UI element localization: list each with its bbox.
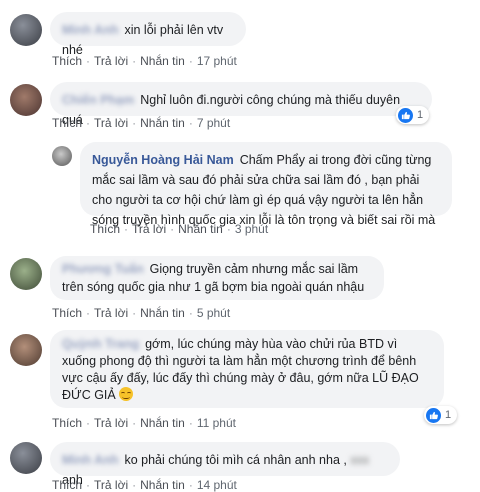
avatar[interactable] xyxy=(52,146,72,166)
like-icon xyxy=(398,107,413,123)
like-count: 1 xyxy=(445,409,452,421)
like-link[interactable]: Thích xyxy=(52,116,82,130)
like-link[interactable]: Thích xyxy=(52,416,82,430)
like-link[interactable]: Thích xyxy=(90,222,120,236)
comment-bubble: Nguyễn Hoàng Hải Nam Chấm Phẩy ai trong đ… xyxy=(80,142,452,227)
message-link[interactable]: Nhắn tin xyxy=(140,116,185,130)
author-name[interactable]: Chiến Phạm xyxy=(62,90,134,110)
reply-link[interactable]: Trả lời xyxy=(132,222,166,236)
like-icon xyxy=(426,407,441,423)
avatar[interactable] xyxy=(10,334,42,366)
comment-bubble: Minh Anh ko phải chúng tôi mìh cá nhân an… xyxy=(50,442,400,487)
timestamp[interactable]: 5 phút xyxy=(197,306,230,320)
author-name[interactable]: Nguyễn Hoàng Hải Nam xyxy=(92,153,234,167)
reply-link[interactable]: Trả lời xyxy=(94,478,128,492)
author-name[interactable]: Minh Anh xyxy=(62,450,118,470)
timestamp[interactable]: 17 phút xyxy=(197,54,237,68)
author-name[interactable]: Quỳnh Trang xyxy=(62,336,139,353)
message-link[interactable]: Nhắn tin xyxy=(140,478,185,492)
comment-actions: Thích · Trả lời · Nhắn tin · 3 phút xyxy=(90,222,269,236)
message-link[interactable]: Nhắn tin xyxy=(140,306,185,320)
reply-link[interactable]: Trả lời xyxy=(94,54,128,68)
like-link[interactable]: Thích xyxy=(52,306,82,320)
timestamp[interactable]: 14 phút xyxy=(197,478,237,492)
comment-text: ko phải chúng tôi mìh cá nhân anh nha , xyxy=(124,453,347,467)
wink-emoji-icon xyxy=(119,387,134,401)
avatar[interactable] xyxy=(10,258,42,290)
timestamp[interactable]: 3 phút xyxy=(235,222,268,236)
reply-link[interactable]: Trả lời xyxy=(94,416,128,430)
message-link[interactable]: Nhắn tin xyxy=(140,416,185,430)
like-count: 1 xyxy=(417,109,424,121)
comment-actions: Thích · Trả lời · Nhắn tin · 14 phút xyxy=(52,478,237,492)
reply-link[interactable]: Trả lời xyxy=(94,306,128,320)
comment-actions: Thích · Trả lời · Nhắn tin · 7 phút xyxy=(52,116,231,130)
like-link[interactable]: Thích xyxy=(52,478,82,492)
comment-actions: Thích · Trả lời · Nhắn tin · 11 phút xyxy=(52,416,236,430)
avatar[interactable] xyxy=(10,14,42,46)
author-name[interactable]: Phương Tuấn xyxy=(62,260,144,278)
censored-name: xxx xyxy=(350,453,370,467)
message-link[interactable]: Nhắn tin xyxy=(178,222,223,236)
reaction-count[interactable]: 1 xyxy=(424,406,458,424)
like-link[interactable]: Thích xyxy=(52,54,82,68)
avatar[interactable] xyxy=(10,84,42,116)
author-name[interactable]: Minh Anh xyxy=(62,20,118,40)
comment-actions: Thích · Trả lời · Nhắn tin · 17 phút xyxy=(52,54,237,68)
reply-link[interactable]: Trả lời xyxy=(94,116,128,130)
avatar[interactable] xyxy=(10,442,42,474)
timestamp[interactable]: 7 phút xyxy=(197,116,230,130)
comment-bubble: Chiến Phạm Nghỉ luôn đi.người công chúng … xyxy=(50,82,432,127)
comment-bubble: Minh Anh xin lỗi phải lên vtv nhé xyxy=(50,12,246,57)
comment-actions: Thích · Trả lời · Nhắn tin · 5 phút xyxy=(52,306,231,320)
comment-bubble: Phương Tuấn Giọng truyền cảm nhưng mắc sa… xyxy=(50,256,384,300)
message-link[interactable]: Nhắn tin xyxy=(140,54,185,68)
reaction-count[interactable]: 1 xyxy=(396,106,430,124)
timestamp[interactable]: 11 phút xyxy=(197,416,236,430)
comment-bubble: Quỳnh Trang gớm, lúc chúng mày hùa vào ch… xyxy=(50,330,444,408)
